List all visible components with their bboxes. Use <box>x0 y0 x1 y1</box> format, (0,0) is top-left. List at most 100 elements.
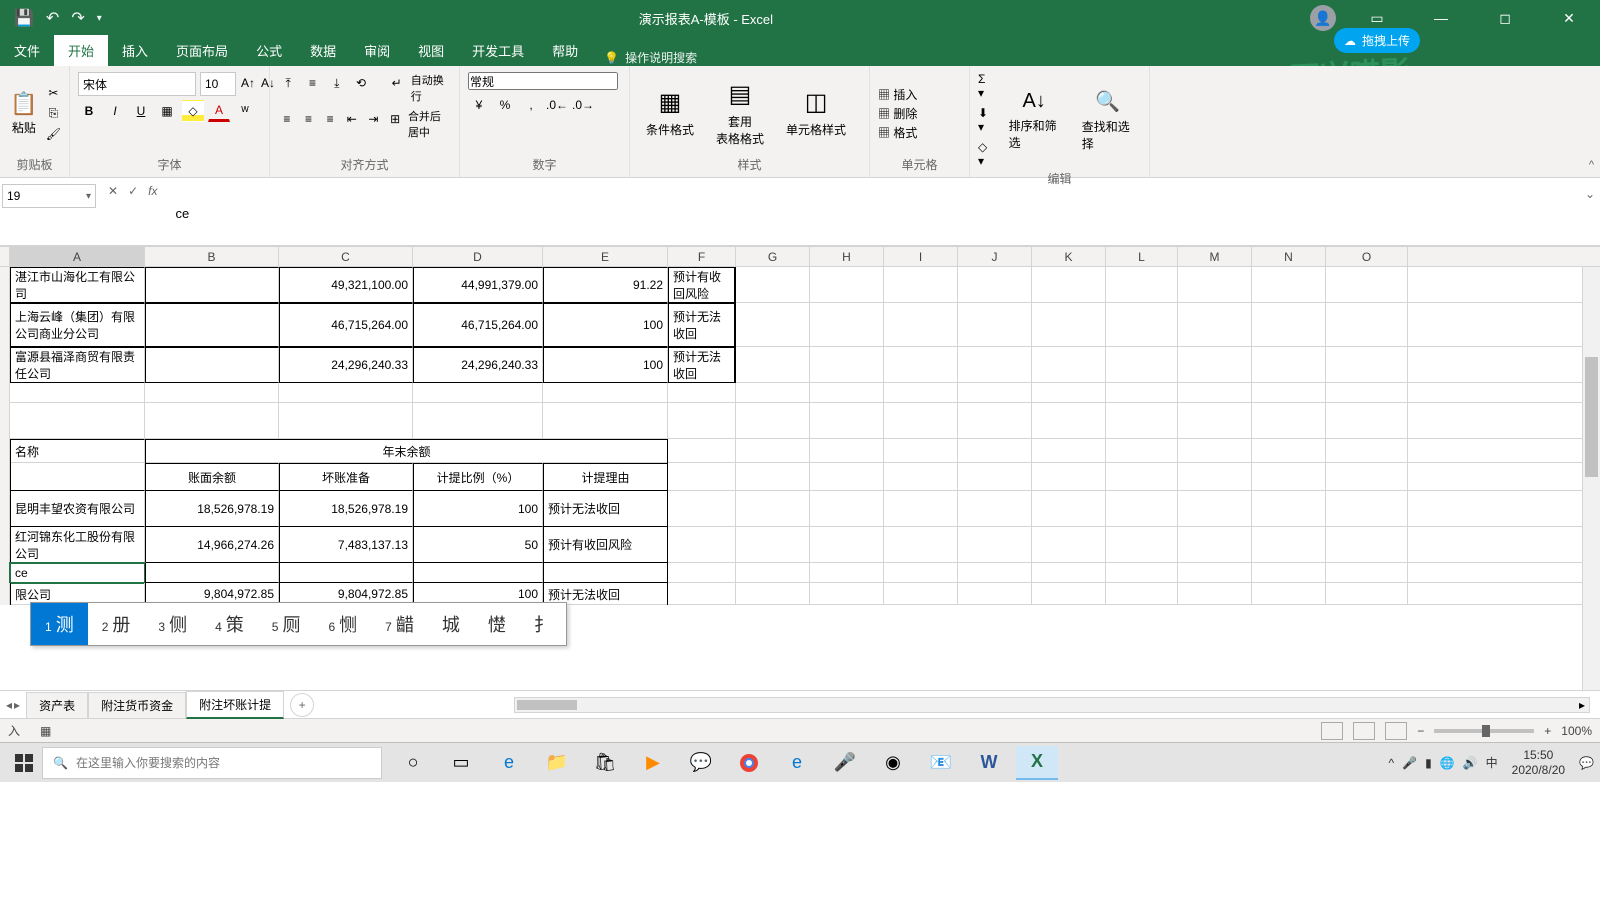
cell[interactable] <box>1326 403 1408 439</box>
cell[interactable] <box>1032 491 1106 527</box>
cell[interactable] <box>1032 267 1106 303</box>
cell[interactable]: 富源县福泽商贸有限责任公司 <box>10 347 145 383</box>
tab-view[interactable]: 视图 <box>404 35 458 66</box>
cell[interactable] <box>10 463 145 491</box>
cell[interactable]: 46,715,264.00 <box>413 303 543 347</box>
tab-page-layout[interactable]: 页面布局 <box>162 35 242 66</box>
cell[interactable] <box>958 383 1032 403</box>
cell[interactable]: 预计无法收回 <box>543 491 668 527</box>
wechat-icon[interactable]: 💬 <box>680 746 722 780</box>
cell[interactable]: 18,526,978.19 <box>145 491 279 527</box>
row-header[interactable] <box>0 491 10 527</box>
mail-icon[interactable]: 📧 <box>920 746 962 780</box>
cell[interactable]: 名称 <box>10 439 145 463</box>
cell[interactable] <box>1032 403 1106 439</box>
align-bottom-icon[interactable]: ⤓ <box>327 72 347 94</box>
maximize-button[interactable]: ◻ <box>1482 0 1528 36</box>
column-header[interactable]: I <box>884 247 958 266</box>
cell[interactable] <box>1106 527 1178 563</box>
cell[interactable] <box>1106 303 1178 347</box>
cut-icon[interactable]: ✂ <box>46 86 61 100</box>
number-format-select[interactable] <box>468 72 618 90</box>
cell[interactable] <box>1252 439 1326 463</box>
cell[interactable] <box>958 439 1032 463</box>
cell-styles-button[interactable]: ◫单元格样式 <box>778 84 854 142</box>
cell[interactable]: 24,296,240.33 <box>413 347 543 383</box>
cell[interactable]: 湛江市山海化工有限公司 <box>10 267 145 303</box>
taskbar-clock[interactable]: 15:502020/8/20 <box>1506 748 1571 777</box>
accounting-icon[interactable]: ¥ <box>468 94 490 116</box>
tab-insert[interactable]: 插入 <box>108 35 162 66</box>
cell[interactable] <box>1032 563 1106 583</box>
cell[interactable] <box>543 383 668 403</box>
cell[interactable]: 14,966,274.26 <box>145 527 279 563</box>
cell[interactable] <box>1032 527 1106 563</box>
edge-icon[interactable]: e <box>488 746 530 780</box>
cell[interactable] <box>145 303 279 347</box>
cell[interactable]: 49,321,100.00 <box>279 267 413 303</box>
cell[interactable] <box>1106 439 1178 463</box>
cell[interactable] <box>1252 303 1326 347</box>
align-center-icon[interactable]: ≡ <box>300 108 318 130</box>
format-painter-icon[interactable]: 🖌 <box>46 127 61 141</box>
vertical-scrollbar[interactable] <box>1582 267 1600 690</box>
undo-icon[interactable]: ↶ <box>46 8 59 28</box>
name-box[interactable]: 19 <box>2 184 96 208</box>
tray-volume-icon[interactable]: 🔊 <box>1463 756 1478 770</box>
word-icon[interactable]: W <box>968 746 1010 780</box>
ime-candidate[interactable]: 扌 <box>520 603 566 645</box>
row-header[interactable] <box>0 347 10 383</box>
row-header[interactable] <box>0 439 10 463</box>
ime-candidate[interactable]: 5厕 <box>258 603 315 645</box>
cell[interactable]: 100 <box>413 491 543 527</box>
align-middle-icon[interactable]: ≡ <box>302 72 322 94</box>
obs-icon[interactable]: ◉ <box>872 746 914 780</box>
clear-icon[interactable]: ◇ ▾ <box>978 140 995 168</box>
close-button[interactable]: ✕ <box>1546 0 1592 36</box>
insert-cells-button[interactable]: ▦ 插入 <box>878 86 917 103</box>
comma-icon[interactable]: , <box>520 94 542 116</box>
cell[interactable] <box>1252 527 1326 563</box>
cell[interactable] <box>884 583 958 605</box>
cell[interactable] <box>736 527 810 563</box>
cell[interactable] <box>1178 347 1252 383</box>
cell[interactable]: ce <box>10 563 145 583</box>
cell[interactable] <box>958 527 1032 563</box>
cell[interactable] <box>1106 403 1178 439</box>
cell[interactable] <box>413 563 543 583</box>
column-header[interactable]: M <box>1178 247 1252 266</box>
normal-view-icon[interactable] <box>1321 722 1343 740</box>
excel-icon[interactable]: X <box>1016 746 1058 780</box>
column-header[interactable]: H <box>810 247 884 266</box>
cell[interactable] <box>958 347 1032 383</box>
ime-candidate[interactable]: 4策 <box>201 603 258 645</box>
minimize-button[interactable]: — <box>1418 0 1464 36</box>
tab-formulas[interactable]: 公式 <box>242 35 296 66</box>
sheet-tab[interactable]: 附注坏账计提 <box>186 691 284 719</box>
cell[interactable] <box>1106 491 1178 527</box>
taskbar-search[interactable]: 🔍在这里输入你要搜索的内容 <box>42 747 382 779</box>
cell[interactable] <box>1252 491 1326 527</box>
cortana-icon[interactable]: ○ <box>392 746 434 780</box>
ime-candidate[interactable]: 3侧 <box>144 603 201 645</box>
tray-network-icon[interactable]: 🌐 <box>1440 756 1455 770</box>
cell[interactable] <box>1326 267 1408 303</box>
row-header[interactable] <box>0 267 10 303</box>
row-header[interactable] <box>0 583 10 605</box>
orientation-icon[interactable]: ⟲ <box>351 72 371 94</box>
cell[interactable]: 预计有收回风险 <box>668 267 736 303</box>
cell[interactable] <box>1032 347 1106 383</box>
cell[interactable] <box>668 403 736 439</box>
font-name-input[interactable] <box>78 72 196 96</box>
cell[interactable] <box>736 303 810 347</box>
formula-input[interactable] <box>169 184 1580 242</box>
sheet-tab[interactable]: 附注货币资金 <box>88 692 186 718</box>
cell[interactable] <box>1326 439 1408 463</box>
cell[interactable]: 红河锦东化工股份有限公司 <box>10 527 145 563</box>
cell[interactable] <box>736 463 810 491</box>
cell[interactable]: 91.22 <box>543 267 668 303</box>
ime-candidate-bar[interactable]: 1测2册3侧4策5厕6恻7齰城憷扌 <box>30 602 567 646</box>
cell[interactable] <box>543 403 668 439</box>
row-header[interactable] <box>0 403 10 439</box>
autosum-icon[interactable]: Σ ▾ <box>978 72 995 100</box>
